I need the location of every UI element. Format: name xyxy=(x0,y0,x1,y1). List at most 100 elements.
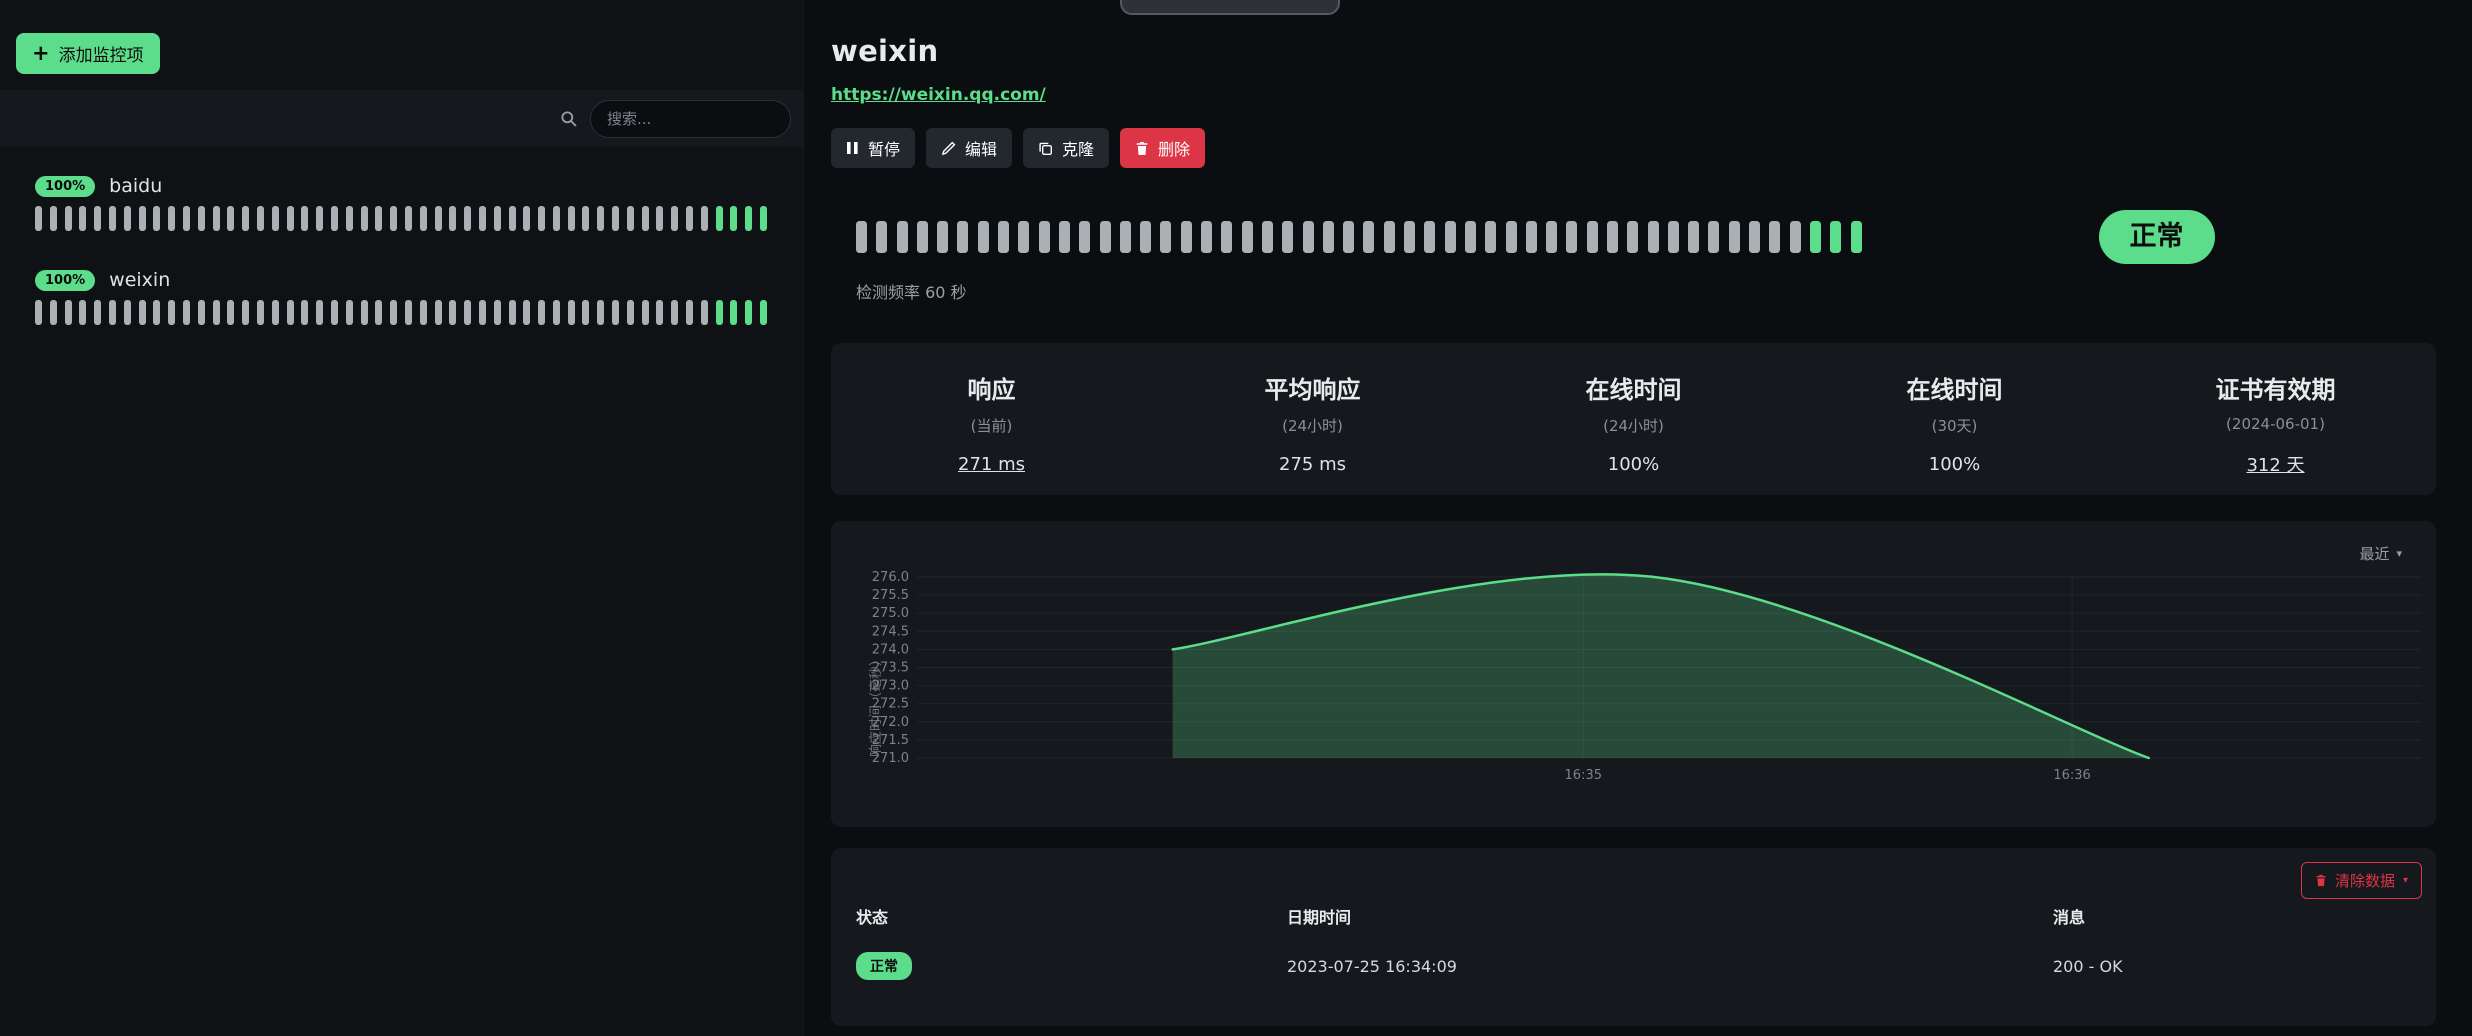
monitor-name: weixin xyxy=(109,269,170,291)
beat-placeholder xyxy=(316,300,323,325)
pause-icon xyxy=(846,141,859,155)
beat-placeholder xyxy=(301,206,308,231)
beat-up xyxy=(1851,221,1862,253)
events-header-datetime: 日期时间 xyxy=(1287,904,2053,928)
beat-placeholder xyxy=(331,300,338,325)
beat-placeholder xyxy=(1526,221,1537,253)
beat-placeholder xyxy=(65,206,72,231)
check-interval-caption: 检测频率 60 秒 xyxy=(856,279,2436,303)
beat-placeholder xyxy=(139,300,146,325)
beat-placeholder xyxy=(35,300,42,325)
stat-value: 100% xyxy=(1473,454,1794,475)
svg-text:276.0: 276.0 xyxy=(872,570,909,585)
beat-placeholder xyxy=(612,206,619,231)
beat-placeholder xyxy=(213,300,220,325)
beat-placeholder xyxy=(1221,221,1232,253)
stat-subtitle: (24小时) xyxy=(1473,415,1794,436)
beat-placeholder xyxy=(1262,221,1273,253)
beat-placeholder xyxy=(420,206,427,231)
clear-data-button[interactable]: 清除数据 ▾ xyxy=(2301,862,2422,899)
beat-placeholder xyxy=(1282,221,1293,253)
stat-value: 312 天 xyxy=(2115,451,2436,477)
beat-placeholder xyxy=(1384,221,1395,253)
stat-title: 在线时间 xyxy=(1794,370,2115,405)
clone-button[interactable]: 克隆 xyxy=(1023,128,1109,168)
beat-placeholder xyxy=(1668,221,1679,253)
svg-text:273.0: 273.0 xyxy=(872,679,909,694)
svg-text:274.0: 274.0 xyxy=(872,643,909,658)
beat-placeholder xyxy=(671,206,678,231)
beat-up xyxy=(1830,221,1841,253)
svg-text:271.0: 271.0 xyxy=(872,751,909,766)
beat-placeholder xyxy=(1607,221,1618,253)
beat-placeholder xyxy=(1181,221,1192,253)
delete-button[interactable]: 删除 xyxy=(1120,128,1205,168)
beat-placeholder xyxy=(1363,221,1374,253)
stat-column: 平均响应(24小时)275 ms xyxy=(1152,370,1473,495)
beat-placeholder xyxy=(1018,221,1029,253)
beat-placeholder xyxy=(876,221,887,253)
beat-placeholder xyxy=(435,300,442,325)
events-table: 状态 日期时间 消息 正常 2023-07-25 16:34:09 200 - … xyxy=(856,904,2411,980)
beat-placeholder xyxy=(242,206,249,231)
beat-placeholder xyxy=(375,300,382,325)
monitor-item-weixin[interactable]: 100% weixin xyxy=(16,263,787,335)
events-card: 清除数据 ▾ 状态 日期时间 消息 正常 2023-07-25 16:34:09… xyxy=(831,848,2436,1026)
beat-placeholder xyxy=(272,206,279,231)
beat-placeholder xyxy=(361,206,368,231)
stat-subtitle: (当前) xyxy=(831,415,1152,436)
beat-placeholder xyxy=(957,221,968,253)
svg-text:274.5: 274.5 xyxy=(872,625,909,640)
event-status-cell: 正常 xyxy=(856,952,1287,980)
beat-placeholder xyxy=(1648,221,1659,253)
stats-card: 响应(当前)271 ms平均响应(24小时)275 ms在线时间(24小时)10… xyxy=(831,343,2436,495)
monitor-url-link[interactable]: https://weixin.qq.com/ xyxy=(831,85,1046,105)
beat-placeholder xyxy=(701,206,708,231)
search-icon[interactable] xyxy=(560,110,578,128)
svg-text:275.5: 275.5 xyxy=(872,588,909,603)
add-monitor-button[interactable]: + 添加监控项 xyxy=(16,33,160,74)
beat-placeholder xyxy=(1242,221,1253,253)
beat-placeholder xyxy=(435,206,442,231)
beat-placeholder xyxy=(1506,221,1517,253)
pencil-icon xyxy=(941,141,956,156)
beat-placeholder xyxy=(1566,221,1577,253)
beat-placeholder xyxy=(1769,221,1780,253)
uptime-badge: 100% xyxy=(35,176,95,197)
beat-placeholder xyxy=(627,300,634,325)
search-input[interactable] xyxy=(590,100,791,138)
stat-value: 275 ms xyxy=(1152,454,1473,475)
beat-placeholder xyxy=(479,206,486,231)
uptime-badge: 100% xyxy=(35,270,95,291)
pause-button[interactable]: 暂停 xyxy=(831,128,915,168)
trash-icon xyxy=(1135,141,1149,156)
response-chart: 271.0271.5272.0272.5273.0273.5274.0274.5… xyxy=(831,521,2436,827)
beat-placeholder xyxy=(198,300,205,325)
beat-placeholder xyxy=(139,206,146,231)
beat-placeholder xyxy=(612,300,619,325)
beat-placeholder xyxy=(509,300,516,325)
beat-placeholder xyxy=(1100,221,1111,253)
beat-up xyxy=(745,206,752,231)
beat-placeholder xyxy=(257,206,264,231)
beat-placeholder xyxy=(153,300,160,325)
monitor-heartbeat xyxy=(35,300,787,325)
beat-placeholder xyxy=(642,206,649,231)
beat-placeholder xyxy=(1546,221,1557,253)
beat-placeholder xyxy=(390,206,397,231)
beat-placeholder xyxy=(494,206,501,231)
beat-placeholder xyxy=(1201,221,1212,253)
beat-placeholder xyxy=(1424,221,1435,253)
beat-placeholder xyxy=(316,206,323,231)
beat-placeholder xyxy=(390,300,397,325)
beat-placeholder xyxy=(1343,221,1354,253)
monitor-item-baidu[interactable]: 100%baidu xyxy=(16,169,787,241)
beat-placeholder xyxy=(582,300,589,325)
beat-placeholder xyxy=(405,206,412,231)
beat-placeholder xyxy=(998,221,1009,253)
edit-button[interactable]: 编辑 xyxy=(926,128,1012,168)
trash-icon xyxy=(2315,874,2327,887)
beat-placeholder xyxy=(153,206,160,231)
beat-placeholder xyxy=(464,206,471,231)
svg-text:16:36: 16:36 xyxy=(2053,768,2090,783)
